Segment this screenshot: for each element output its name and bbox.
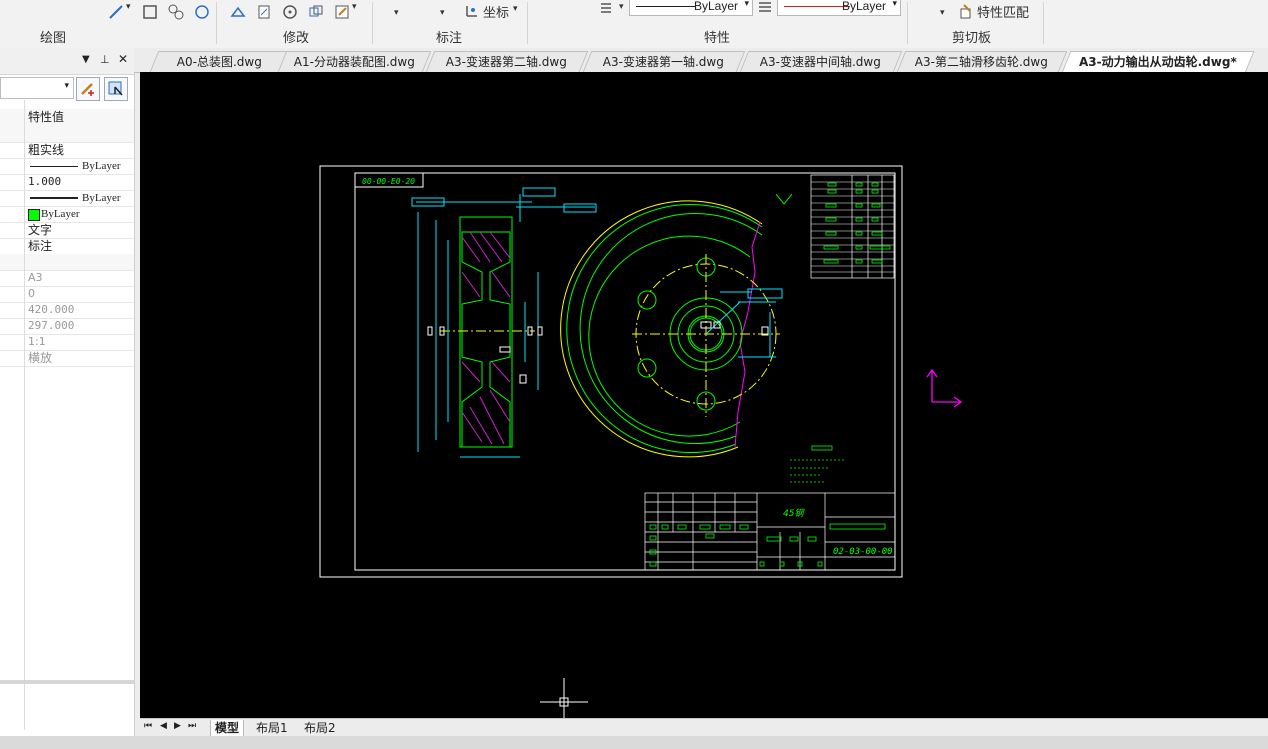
coordinate-label[interactable]: 坐标 bbox=[483, 2, 509, 21]
panel-scrollbar[interactable] bbox=[0, 680, 134, 684]
group-label-dimension: 标注 bbox=[436, 31, 463, 46]
document-tab-bar: A0-总装图.dwg A1-分动器装配图.dwg A3-变速器第二轴.dwg A… bbox=[134, 48, 1268, 73]
mirror-icon[interactable] bbox=[230, 4, 246, 20]
hatch-icon[interactable] bbox=[168, 4, 184, 20]
panel-menu-icon[interactable]: ▼ bbox=[82, 54, 90, 65]
property-value-layer: 粗实线 bbox=[28, 143, 65, 157]
first-tab-arrow-icon[interactable]: ⏮ bbox=[144, 721, 152, 731]
object-select-combo[interactable]: ▾ bbox=[0, 77, 74, 99]
edit-icon[interactable] bbox=[334, 4, 350, 20]
close-icon[interactable]: ✕ bbox=[118, 52, 128, 66]
layout-tab[interactable]: 布局1 bbox=[252, 720, 292, 736]
border-code-text: 00-00-E0-20 bbox=[362, 177, 415, 186]
property-row[interactable]: 297.000 bbox=[0, 318, 134, 335]
group-label-modify: 修改 bbox=[283, 31, 310, 46]
property-row[interactable]: 横放 bbox=[0, 350, 134, 367]
panel-header: ▼ ⊥ ✕ bbox=[0, 48, 134, 75]
gradient-icon[interactable] bbox=[194, 4, 210, 20]
color-swatch bbox=[28, 209, 40, 221]
property-value-linetype: ByLayer bbox=[82, 160, 121, 172]
layout-value-paper: A3 bbox=[28, 271, 43, 284]
prev-tab-arrow-icon[interactable]: ◀ bbox=[160, 721, 167, 731]
last-tab-arrow-icon[interactable]: ⏭ bbox=[188, 721, 196, 731]
property-row[interactable]: 粗实线 bbox=[0, 142, 134, 159]
material-text: 45钢 bbox=[783, 508, 805, 519]
title-block-cells bbox=[649, 523, 886, 567]
doc-tab[interactable]: A3-变速器第一轴.dwg bbox=[582, 51, 746, 72]
lineweight-icon[interactable] bbox=[757, 0, 773, 16]
gear-front-view bbox=[560, 200, 783, 458]
drawing-number-text: 02-03-00-00 bbox=[833, 547, 893, 557]
color-combo[interactable]: ByLayer ▾ bbox=[777, 0, 901, 16]
ribbon: ▾ 绘图 ▾ 修改 ▾ ▾ 坐标 ▾ 标注 ▾ ByLayer ▾ ByLaye… bbox=[0, 0, 1268, 49]
layout-value-height: 297.000 bbox=[28, 319, 75, 332]
property-row[interactable]: 1.000 bbox=[0, 174, 134, 191]
property-row[interactable]: 1:1 bbox=[0, 334, 134, 351]
parameter-table bbox=[810, 174, 895, 279]
property-value-textstyle: 文字 bbox=[28, 223, 53, 237]
doc-tab[interactable]: A3-变速器中间轴.dwg bbox=[739, 51, 903, 72]
crosshair-cursor bbox=[540, 678, 588, 720]
pin-icon[interactable]: ⊥ bbox=[100, 53, 110, 66]
layout-value-orientation: 横放 bbox=[28, 351, 53, 365]
coordinate-icon[interactable] bbox=[464, 3, 480, 19]
rotate-icon[interactable] bbox=[282, 4, 298, 20]
property-row[interactable]: 标注 bbox=[0, 238, 134, 255]
rectangle-icon[interactable] bbox=[142, 4, 158, 20]
match-properties-button[interactable]: 特性匹配 bbox=[977, 2, 1029, 21]
doc-tab[interactable]: A1-分动器装配图.dwg bbox=[277, 51, 432, 72]
properties-panel: ▼ ⊥ ✕ ▾ 特性值 粗实线 ByLayer 1.000 ByLayer By… bbox=[0, 48, 135, 738]
match-properties-icon[interactable] bbox=[958, 3, 974, 19]
ucs-icon bbox=[926, 368, 963, 408]
group-label-properties: 特性 bbox=[704, 31, 731, 46]
property-row[interactable]: ByLayer bbox=[0, 190, 134, 207]
linetype-combo[interactable]: ByLayer ▾ bbox=[629, 0, 753, 16]
column-header-value: 特性值 bbox=[28, 110, 65, 124]
drawing-svg: 00-00-E0-20 45钢 02-03-00-00 bbox=[319, 165, 963, 720]
property-row[interactable]: ByLayer bbox=[0, 158, 134, 175]
doc-tab[interactable]: A3-第二轴滑移齿轮.dwg bbox=[896, 51, 1068, 72]
layout-tab-bar: ⏮ ◀ ▶ ⏭ 模型 布局1 布局2 bbox=[140, 718, 1268, 737]
doc-tab[interactable]: A0-总装图.dwg bbox=[149, 51, 291, 72]
status-bar bbox=[0, 736, 1268, 749]
doc-tab-active[interactable]: A3-动力输出从动齿轮.dwg* bbox=[1061, 51, 1255, 73]
property-row[interactable]: 420.000 bbox=[0, 302, 134, 319]
roughness-symbol bbox=[775, 193, 793, 205]
property-row[interactable]: ByLayer bbox=[0, 206, 134, 223]
layout-value-origin: 0 bbox=[28, 287, 35, 300]
property-row[interactable]: 0 bbox=[0, 286, 134, 303]
property-value-scale: 1.000 bbox=[28, 175, 62, 188]
select-objects-icon[interactable] bbox=[104, 77, 128, 101]
property-value-dimstyle: 标注 bbox=[28, 239, 53, 253]
scale-icon[interactable] bbox=[256, 4, 272, 20]
parameter-table-rows bbox=[811, 181, 894, 273]
technical-notes bbox=[790, 445, 846, 483]
group-label-clipboard: 剪切板 bbox=[952, 31, 992, 46]
property-row[interactable]: 文字 bbox=[0, 222, 134, 239]
toggle-pickadd-icon[interactable] bbox=[76, 77, 100, 101]
layout-tab-model[interactable]: 模型 bbox=[210, 720, 245, 737]
property-row[interactable]: A3 bbox=[0, 270, 134, 287]
draw-line-icon[interactable] bbox=[108, 4, 124, 20]
property-value-lineweight: ByLayer bbox=[82, 192, 121, 204]
title-block bbox=[644, 492, 896, 571]
layout-value-scale: 1:1 bbox=[28, 335, 46, 348]
parameter-table-values bbox=[823, 182, 891, 264]
property-value-color: ByLayer bbox=[41, 208, 80, 220]
gear-section-view bbox=[411, 187, 597, 458]
layout-value-width: 420.000 bbox=[28, 303, 75, 316]
group-label-draw: 绘图 bbox=[40, 31, 67, 46]
layout-tab[interactable]: 布局2 bbox=[300, 720, 340, 736]
layer-list-icon[interactable] bbox=[599, 0, 615, 16]
drawing-canvas[interactable]: 00-00-E0-20 45钢 02-03-00-00 bbox=[140, 72, 1268, 720]
array-icon[interactable] bbox=[308, 4, 324, 20]
next-tab-arrow-icon[interactable]: ▶ bbox=[174, 721, 181, 731]
doc-tab[interactable]: A3-变速器第二轴.dwg bbox=[425, 51, 589, 72]
